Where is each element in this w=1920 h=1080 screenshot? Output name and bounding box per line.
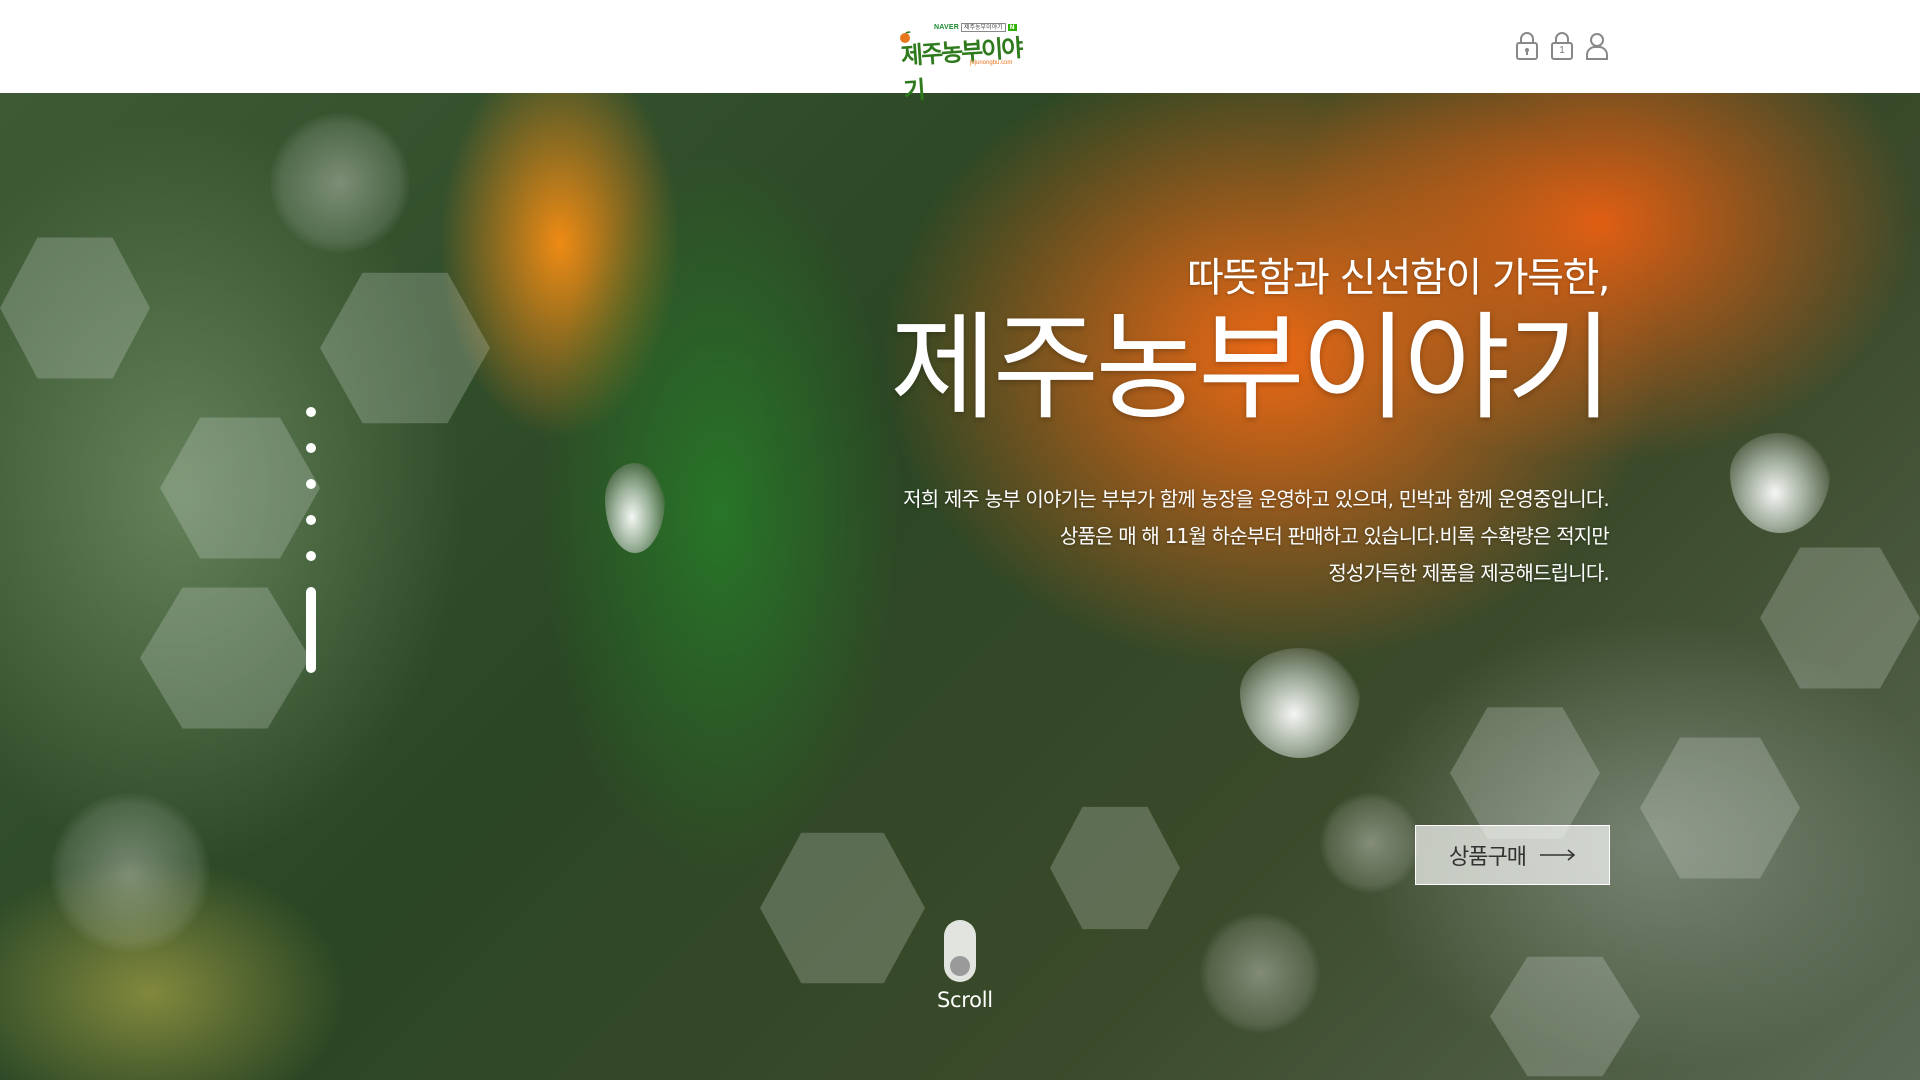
bokeh-highlight <box>1320 793 1420 893</box>
logo-url: jejunongbu.com <box>970 60 1013 66</box>
header-icons: 1 <box>1515 31 1609 61</box>
hero-text-block: 따뜻함과 신선함이 가득한, 제주농부이야기 저희 제주 농부 이야기는 부부가… <box>889 245 1613 592</box>
water-drop <box>1240 648 1360 758</box>
bokeh-highlight <box>270 113 410 253</box>
hero-title: 제주농부이야기 <box>889 301 1613 436</box>
mouse-icon <box>944 920 976 982</box>
slide-dot[interactable] <box>306 479 316 489</box>
scroll-label: Scroll <box>937 988 993 1012</box>
bokeh-highlight <box>50 793 210 953</box>
mouse-wheel <box>950 956 970 976</box>
bokeh-highlight <box>1760 547 1920 689</box>
buy-product-label: 상품구매 <box>1449 845 1527 870</box>
site-header: NAVER 제주농부이야기 N 제주농부이야기 jejunongbu.com 1 <box>0 0 1920 105</box>
bokeh-highlight <box>1050 806 1180 930</box>
hero-description: 저희 제주 농부 이야기는 부부가 함께 농장을 운영하고 있으며, 민박과 함… <box>890 481 1610 592</box>
bokeh-highlight <box>1640 737 1800 879</box>
naver-label: NAVER <box>934 23 959 31</box>
scroll-indicator[interactable]: Scroll <box>937 920 993 1012</box>
bokeh-highlight <box>140 587 310 729</box>
bokeh-highlight <box>1450 707 1600 839</box>
bokeh-highlight <box>320 272 490 424</box>
site-logo[interactable]: NAVER 제주농부이야기 N 제주농부이야기 jejunongbu.com <box>898 20 1024 105</box>
cart-button[interactable]: 1 <box>1550 31 1574 61</box>
bokeh-highlight <box>1200 913 1320 1033</box>
slide-pager <box>306 407 316 673</box>
cart-count-badge: 1 <box>1559 45 1565 56</box>
water-drop <box>605 463 665 553</box>
buy-product-button[interactable]: 상품구매 <box>1415 825 1610 885</box>
bokeh-highlight <box>0 237 150 379</box>
hero-description-line: 정성가득한 제품을 제공해드립니다. <box>1328 561 1609 585</box>
slide-dot[interactable] <box>306 551 316 561</box>
slide-dot[interactable] <box>306 407 316 417</box>
bokeh-highlight <box>1490 956 1640 1077</box>
slide-dot[interactable] <box>306 515 316 525</box>
hero-description-line: 상품은 매 해 11월 하순부터 판매하고 있습니다.비록 수확량은 적지만 <box>1059 524 1610 548</box>
hero-subtitle: 따뜻함과 신선함이 가득한, <box>1187 255 1610 301</box>
bokeh-highlight <box>160 417 320 559</box>
hero-description-line: 저희 제주 농부 이야기는 부부가 함께 농장을 운영하고 있으며, 민박과 함… <box>903 487 1610 511</box>
water-drop <box>1730 433 1830 533</box>
arrow-right-icon <box>1539 849 1576 861</box>
bokeh-highlight <box>760 832 925 984</box>
slide-dot[interactable] <box>306 443 316 453</box>
lock-icon[interactable] <box>1515 31 1539 61</box>
slide-dot-active[interactable] <box>306 587 316 673</box>
logo-name: 제주농부이야기 <box>900 32 1023 106</box>
user-icon[interactable] <box>1585 31 1609 61</box>
